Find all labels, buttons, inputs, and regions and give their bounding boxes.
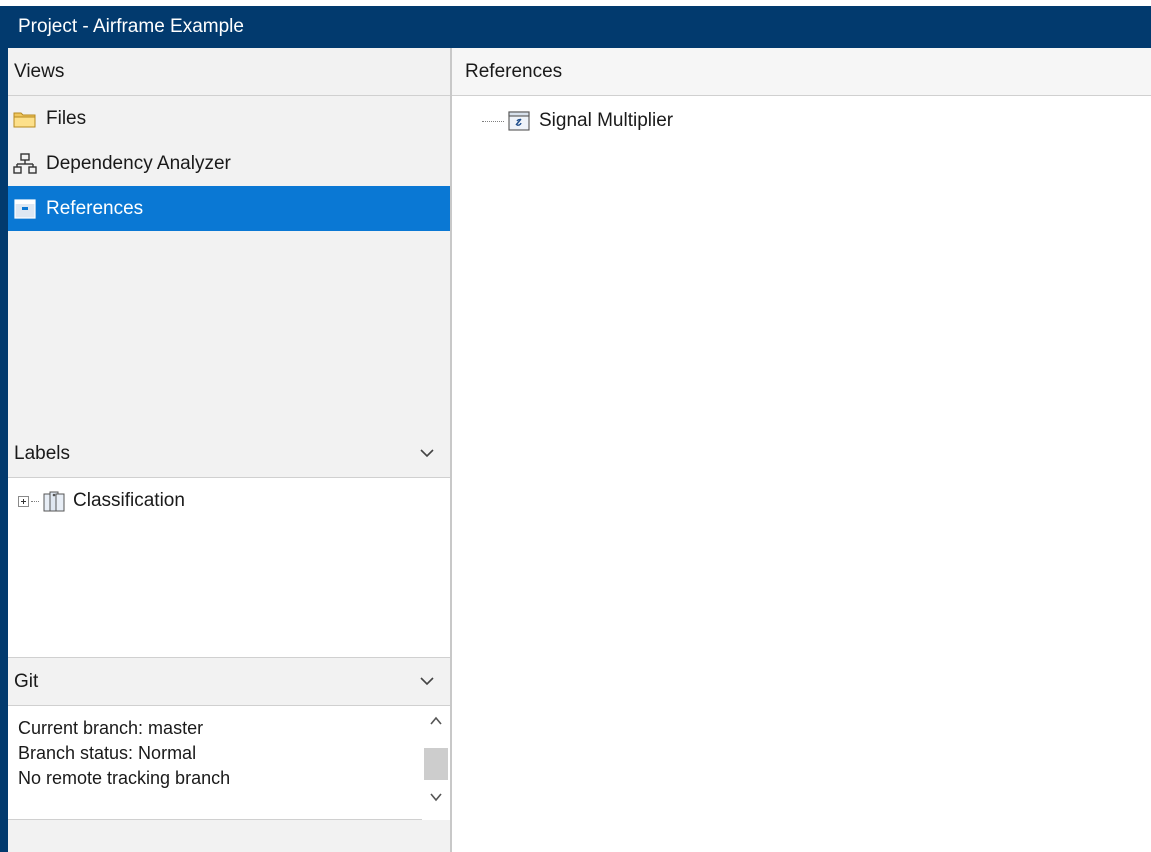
git-scrollbar[interactable] [422,706,450,820]
reference-item-label: Signal Multiplier [539,110,674,131]
git-header[interactable]: Git [8,658,450,706]
git-remote-tracking: No remote tracking branch [18,768,231,788]
view-item-label: Files [46,107,87,129]
tree-connector [31,500,39,502]
chevron-down-icon[interactable] [420,674,434,688]
left-pane: Views Files Dependency Analyzer Referenc… [8,48,452,852]
window-title: Project - Airframe Example [18,16,244,37]
references-tree: Signal Multiplier [452,96,1151,136]
dependency-graph-icon [12,152,38,175]
scrollbar-thumb[interactable] [424,748,448,780]
view-item-label: References [46,197,144,219]
label-category-classification[interactable]: Classification [8,478,450,524]
view-item-files[interactable]: Files [8,96,450,141]
project-window: Project - Airframe Example Views Files D… [0,0,1151,852]
git-branch-status: Branch status: Normal [18,743,197,763]
chevron-down-icon[interactable] [420,446,434,460]
views-list: Files Dependency Analyzer References [8,96,450,430]
label-tags-icon [41,488,67,514]
view-item-dependency-analyzer[interactable]: Dependency Analyzer [8,141,450,186]
label-category-label: Classification [73,490,185,511]
views-header-label: Views [14,60,65,82]
labels-section: Labels Classification [8,430,450,658]
git-info: Current branch: master Branch status: No… [8,706,450,820]
view-item-references[interactable]: References [8,186,450,231]
references-header-label: References [465,60,563,82]
expand-icon[interactable] [18,495,29,507]
project-reference-icon [507,109,531,133]
scroll-up-icon[interactable] [429,712,443,726]
views-header: Views [8,48,450,96]
labels-header-label: Labels [14,442,70,464]
title-bar[interactable]: Project - Airframe Example [8,6,1151,48]
git-section: Git Current branch: master Branch status… [8,658,450,820]
labels-tree: Classification [8,478,450,658]
references-icon [12,198,38,220]
git-current-branch: Current branch: master [18,718,204,738]
view-item-label: Dependency Analyzer [46,152,231,174]
reference-item[interactable]: Signal Multiplier [452,106,1151,136]
folder-icon [12,108,38,130]
git-header-label: Git [14,670,39,692]
labels-header[interactable]: Labels [8,430,450,478]
scroll-down-icon[interactable] [429,788,443,802]
references-pane: References Signal Multiplier [452,48,1151,852]
references-header: References [452,48,1151,96]
tree-connector [482,120,504,122]
